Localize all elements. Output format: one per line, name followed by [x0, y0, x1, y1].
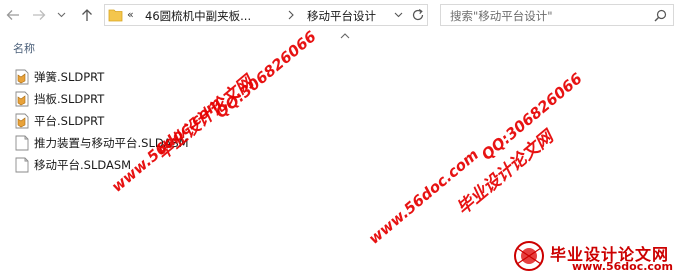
watermark-brand: 毕业设计论文网 www.56doc.com [512, 240, 682, 273]
file-name: 弹簧.SLDPRT [34, 70, 105, 84]
search-box[interactable]: 搜索"移动平台设计" [440, 4, 674, 26]
up-button[interactable] [78, 6, 96, 24]
breadcrumb-parent[interactable]: 46圆梳机中副夹板... [145, 8, 251, 24]
list-item[interactable]: 弹簧.SLDPRT [15, 66, 189, 88]
breadcrumb-overflow[interactable]: « [127, 8, 134, 21]
back-button[interactable] [4, 6, 22, 24]
file-name: 挡板.SLDPRT [34, 92, 105, 106]
search-placeholder: 搜索"移动平台设计" [450, 9, 553, 23]
sldprt-icon [15, 69, 29, 85]
explorer-toolbar: « 46圆梳机中副夹板... 移动平台设计 搜索"移动平台设计" [0, 0, 682, 32]
folder-icon [108, 9, 123, 22]
chevron-down-icon [57, 12, 65, 18]
list-item[interactable]: 平台.SLDPRT [15, 110, 189, 132]
brand-url: www.56doc.com [572, 260, 673, 273]
forward-button[interactable] [30, 6, 48, 24]
forward-arrow-icon [33, 10, 46, 20]
breadcrumb-separator-icon[interactable] [287, 9, 295, 21]
up-arrow-icon [82, 9, 92, 21]
recent-locations-button[interactable] [54, 6, 68, 24]
refresh-icon[interactable] [411, 8, 425, 22]
sldprt-icon [15, 91, 29, 107]
column-header-name[interactable]: 名称 [13, 40, 35, 56]
file-name: 移动平台.SLDASM [34, 158, 132, 172]
file-name: 平台.SLDPRT [34, 114, 105, 128]
sldasm-icon [15, 157, 29, 173]
sldprt-icon [15, 113, 29, 129]
search-icon[interactable] [654, 9, 667, 22]
sldasm-icon [15, 135, 29, 151]
back-arrow-icon [6, 10, 19, 20]
sort-chevron-icon [340, 33, 350, 39]
address-bar[interactable]: « 46圆梳机中副夹板... 移动平台设计 [104, 4, 428, 26]
list-item[interactable]: 挡板.SLDPRT [15, 88, 189, 110]
address-dropdown-icon[interactable] [394, 12, 403, 18]
watermark-qq: QQ:306826066 [212, 27, 320, 122]
breadcrumb-current[interactable]: 移动平台设计 [307, 8, 376, 24]
brand-logo-icon [514, 241, 544, 271]
